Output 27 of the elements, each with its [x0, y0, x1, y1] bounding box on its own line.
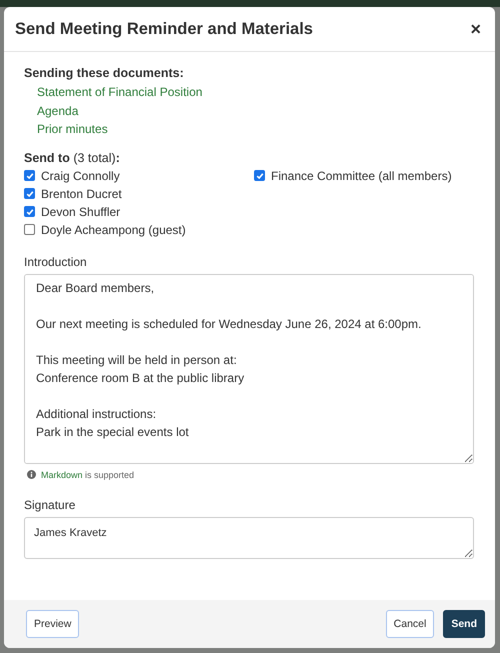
- checkbox-label: Doyle Acheampong (guest): [41, 222, 186, 236]
- field-label: Introduction: [24, 254, 88, 268]
- hint-text: Markdown is supported: [41, 470, 134, 480]
- document-link[interactable]: Statement of Financial Position: [37, 83, 474, 102]
- preview-button[interactable]: Preview: [26, 610, 80, 638]
- field-label: Signature: [24, 498, 76, 512]
- send-button[interactable]: Send: [443, 610, 485, 638]
- cancel-button[interactable]: Cancel: [386, 610, 434, 638]
- dialog-title: Send Meeting Reminder and Materials: [15, 20, 313, 38]
- checkbox[interactable]: [24, 224, 35, 235]
- checkbox[interactable]: [24, 170, 35, 181]
- document-link[interactable]: Agenda: [37, 102, 474, 120]
- close-button[interactable]: ×: [468, 18, 483, 40]
- markdown-link[interactable]: Markdown: [41, 470, 83, 480]
- checkbox-label: Brenton Ducret: [41, 186, 122, 200]
- checkbox-label: Devon Shuffler: [41, 204, 120, 218]
- checkbox[interactable]: [254, 170, 265, 181]
- section-heading: Send to (3 total):: [24, 150, 121, 164]
- document-link[interactable]: Prior minutes: [37, 120, 474, 138]
- introduction-field[interactable]: Dear Board members, Our next meeting is scheduled for Wednesday June 26, 2024 at 6:00pm. This meeting will be held in person at: Conference room B at the public library Additional instructions: Park in the special events lot: [24, 274, 474, 464]
- info-icon: [27, 470, 36, 479]
- section-heading: Sending these documents:: [24, 66, 185, 80]
- checkbox[interactable]: [24, 188, 35, 199]
- checkbox[interactable]: [24, 206, 35, 217]
- signature-field[interactable]: James Kravetz: [24, 516, 474, 558]
- checkbox-label: Finance Committee (all members): [271, 168, 452, 182]
- checkbox-label: Craig Connolly: [41, 168, 120, 182]
